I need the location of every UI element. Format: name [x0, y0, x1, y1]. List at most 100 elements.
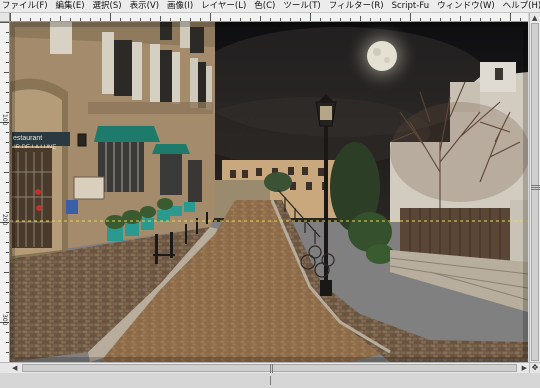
ruler-tick — [110, 13, 111, 21]
ruler-tick — [220, 18, 221, 21]
ruler-tick — [6, 32, 9, 33]
ruler-tick — [300, 18, 301, 21]
ruler-tick — [6, 142, 9, 143]
ruler-tick — [350, 18, 351, 21]
ruler-tick — [6, 152, 9, 153]
menu-edit[interactable]: 編集(E) — [52, 0, 89, 12]
ruler-tick — [170, 18, 171, 21]
ruler-tick — [200, 18, 201, 21]
vertical-ruler[interactable]: 100 200 300 — [0, 22, 10, 362]
ruler-tick — [380, 18, 381, 21]
ruler-tick — [320, 18, 321, 21]
ruler-tick — [6, 82, 9, 83]
ruler-tick — [520, 18, 521, 21]
ruler-tick — [510, 13, 511, 21]
ruler-tick — [260, 16, 261, 21]
ruler-tick — [80, 18, 81, 21]
ruler-tick — [140, 18, 141, 21]
menu-tools[interactable]: ツール(T) — [279, 0, 324, 12]
ruler-tick — [6, 312, 9, 313]
ruler-tick — [6, 232, 9, 233]
ruler-tick — [6, 62, 9, 63]
awning-left — [94, 126, 160, 142]
menu-windows[interactable]: ウィンドウ(W) — [433, 0, 499, 12]
ruler-tick — [400, 18, 401, 21]
ruler-tick — [410, 13, 411, 21]
menu-help[interactable]: ヘルプ(H) — [499, 0, 540, 12]
menu-bar: ファイル(F) 編集(E) 選択(S) 表示(V) 画像(I) レイヤー(L) 色(C) ツー… — [0, 0, 540, 13]
ruler-tick — [6, 112, 9, 113]
ruler-tick — [30, 18, 31, 21]
ruler-tick — [6, 292, 9, 293]
ruler-tick — [70, 18, 71, 21]
scroll-left-icon[interactable]: ◀ — [12, 364, 17, 372]
ruler-tick — [180, 18, 181, 21]
ruler-tick — [4, 72, 9, 73]
moon — [367, 41, 397, 71]
ruler-tick — [0, 22, 9, 23]
ruler-tick — [310, 13, 311, 21]
menu-file[interactable]: ファイル(F) — [0, 0, 52, 12]
ruler-tick — [390, 18, 391, 21]
ruler-tick — [6, 192, 9, 193]
horizontal-scrollbar[interactable]: ◀ ▶ — [10, 362, 529, 385]
ruler-tick — [420, 18, 421, 21]
ruler-tick — [430, 18, 431, 21]
ruler-tick — [360, 16, 361, 21]
ruler-tick — [160, 16, 161, 21]
scroll-up-icon[interactable]: ▲ — [532, 14, 537, 22]
menu-color[interactable]: 色(C) — [250, 0, 279, 12]
image-canvas[interactable]: estaurant IR DE LA LUNE — [10, 22, 528, 362]
ruler-tick — [290, 18, 291, 21]
ruler-tick — [6, 42, 9, 43]
ruler-tick — [6, 342, 9, 343]
ruler-corner[interactable] — [0, 13, 10, 22]
ruler-tick — [20, 18, 21, 21]
ruler-label: 100 — [1, 114, 8, 126]
ruler-label: 200 — [1, 214, 8, 226]
ruler-tick — [4, 272, 9, 273]
ruler-tick — [370, 18, 371, 21]
ruler-tick — [490, 18, 491, 21]
horizontal-ruler[interactable] — [10, 13, 528, 22]
quick-mask-toggle[interactable] — [0, 362, 10, 373]
ruler-tick — [250, 18, 251, 21]
ruler-tick — [6, 182, 9, 183]
ruler-tick — [280, 18, 281, 21]
ruler-tick — [470, 18, 471, 21]
ruler-tick — [6, 332, 9, 333]
ruler-tick — [40, 18, 41, 21]
ruler-tick — [240, 18, 241, 21]
ruler-label: 300 — [1, 314, 8, 326]
ruler-tick — [150, 18, 151, 21]
scroll-right-icon[interactable]: ▶ — [522, 364, 527, 372]
ruler-tick — [6, 352, 9, 353]
menu-scriptfu[interactable]: Script-Fu — [388, 0, 434, 12]
ruler-tick — [210, 13, 211, 21]
horizontal-scroll-thumb[interactable] — [22, 364, 517, 385]
ruler-tick — [6, 252, 9, 253]
vertical-scrollbar[interactable]: ▲ — [529, 13, 540, 362]
grip-icon — [531, 185, 540, 191]
menu-image[interactable]: 画像(I) — [163, 0, 197, 12]
ruler-tick — [6, 162, 9, 163]
ruler-tick — [10, 13, 11, 21]
svg-text:estaurant: estaurant — [13, 135, 42, 142]
ruler-tick — [6, 212, 9, 213]
ruler-tick — [6, 242, 9, 243]
ruler-tick — [50, 18, 51, 21]
ruler-tick — [440, 18, 441, 21]
vertical-scroll-thumb[interactable] — [531, 23, 540, 361]
grip-icon — [269, 364, 275, 385]
navigate-icon[interactable]: ✥ — [529, 362, 540, 373]
menu-filters[interactable]: フィルター(R) — [325, 0, 388, 12]
ruler-tick — [60, 16, 61, 21]
ruler-tick — [330, 18, 331, 21]
menu-layer[interactable]: レイヤー(L) — [197, 0, 250, 12]
menu-view[interactable]: 表示(V) — [126, 0, 163, 12]
ruler-tick — [6, 262, 9, 263]
ruler-tick — [230, 18, 231, 21]
menu-select[interactable]: 選択(S) — [89, 0, 126, 12]
ruler-tick — [340, 18, 341, 21]
ruler-tick — [6, 132, 9, 133]
